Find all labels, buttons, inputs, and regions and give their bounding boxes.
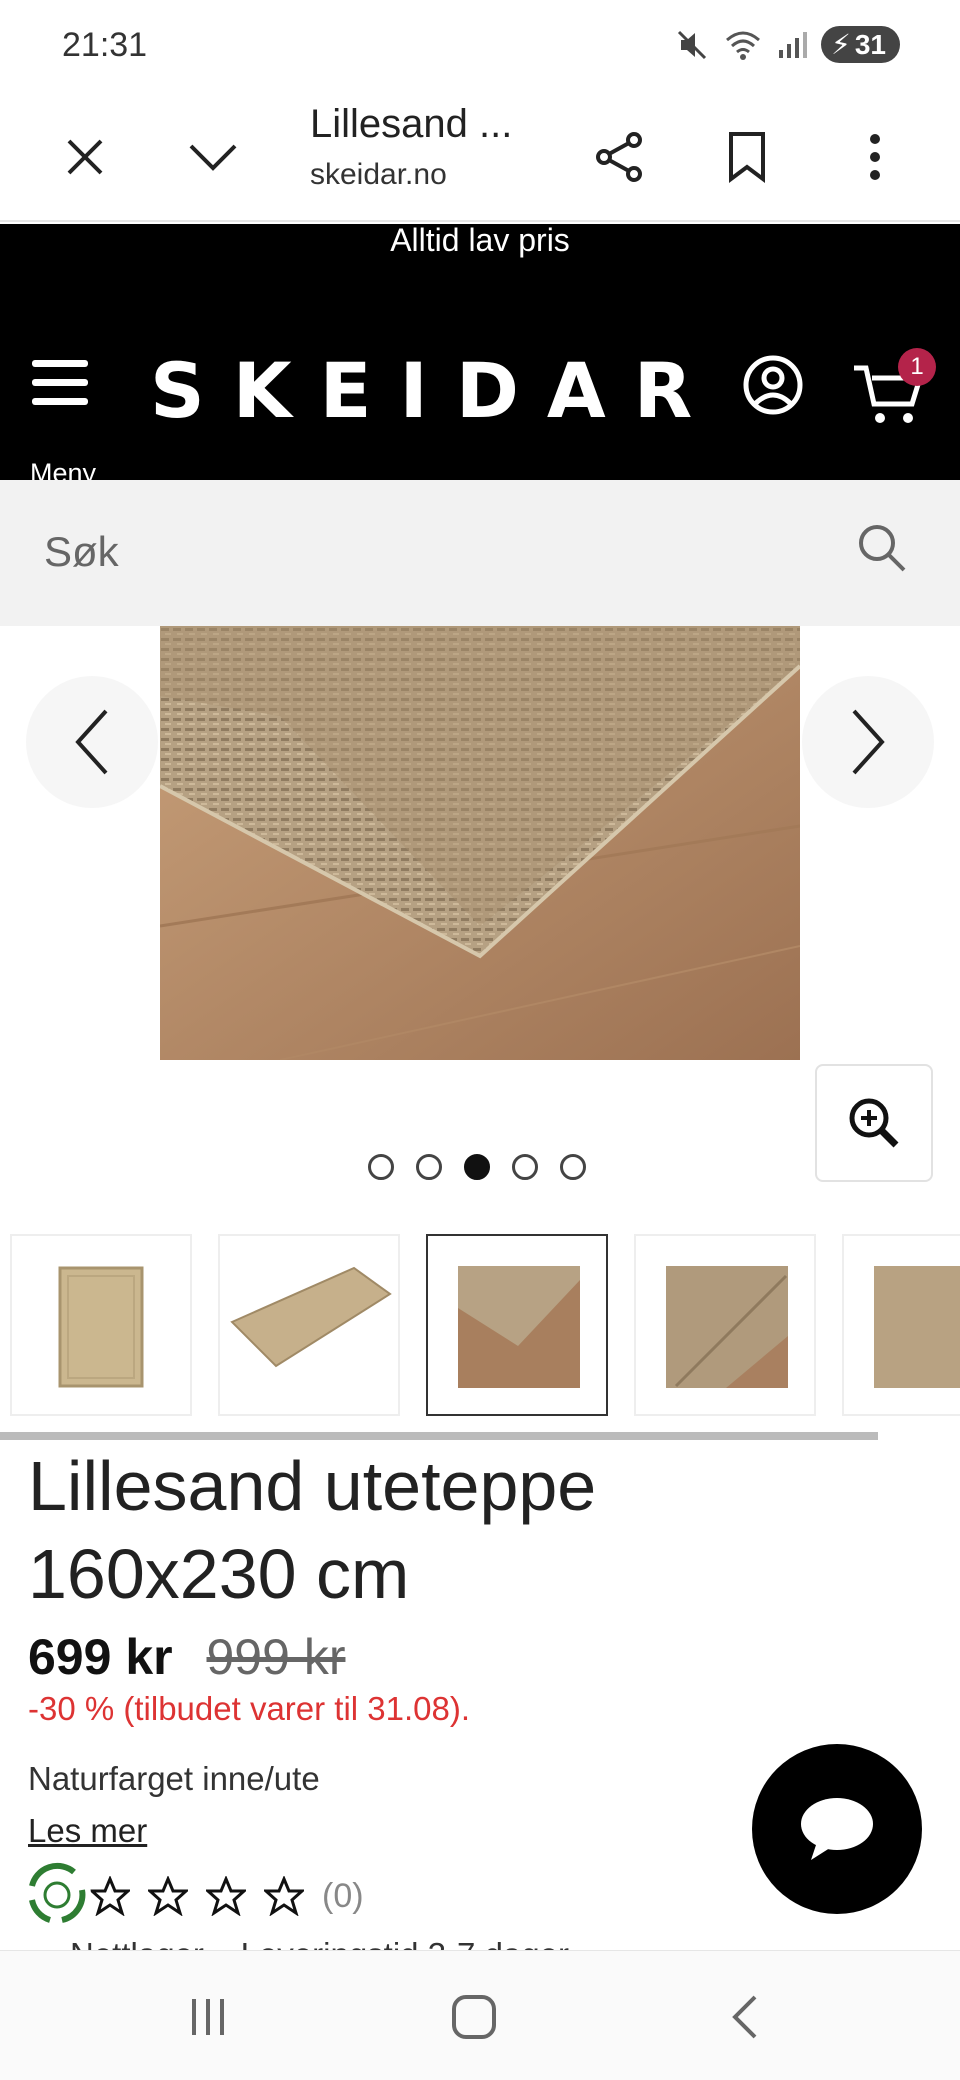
home-icon xyxy=(452,1995,496,2039)
chevron-left-icon xyxy=(75,709,108,775)
slide-dot[interactable] xyxy=(560,1154,586,1180)
slide-dot[interactable] xyxy=(416,1154,442,1180)
prev-image-button[interactable] xyxy=(26,676,158,808)
thumbnail[interactable] xyxy=(10,1234,192,1416)
product-gallery xyxy=(0,626,960,1186)
thumbnail[interactable] xyxy=(634,1234,816,1416)
browser-toolbar: Lillesand ... skeidar.no xyxy=(0,90,960,222)
star-icon xyxy=(90,1876,130,1916)
star-icon xyxy=(148,1876,188,1916)
product-title-line2: 160x230 cm xyxy=(28,1535,410,1613)
battery-icon: ⚡ 31 xyxy=(821,26,900,63)
cart-count-badge: 1 xyxy=(898,348,936,386)
product-description: Naturfarget inne/ute xyxy=(28,1760,320,1797)
eco-badge[interactable] xyxy=(18,1856,96,1934)
thumbnail[interactable] xyxy=(842,1234,960,1416)
next-image-button[interactable] xyxy=(802,676,934,808)
menu-button[interactable]: Meny xyxy=(30,354,110,488)
price-row: 699 kr 999 kr xyxy=(28,1628,345,1686)
expand-button[interactable] xyxy=(168,112,258,202)
share-icon xyxy=(596,132,642,182)
discount-text: -30 % (tilbudet varer til 31.08). xyxy=(28,1690,471,1727)
promo-banner: Alltid lav pris xyxy=(0,222,960,314)
slide-dot-active[interactable] xyxy=(464,1154,490,1180)
more-button[interactable] xyxy=(830,112,920,202)
product-title-line1: Lillesand uteteppe xyxy=(28,1447,597,1525)
product-main-image[interactable] xyxy=(160,626,800,1060)
promo-text: Alltid lav pris xyxy=(390,222,570,258)
thumbnail-scrollbar[interactable] xyxy=(0,1432,878,1440)
status-time: 21:31 xyxy=(62,26,148,64)
signal-icon xyxy=(779,31,808,58)
share-button[interactable] xyxy=(574,112,664,202)
tab-title[interactable]: Lillesand ... xyxy=(310,102,512,147)
read-more-link[interactable]: Les mer xyxy=(28,1812,147,1850)
back-button[interactable] xyxy=(704,1987,784,2047)
mute-icon xyxy=(678,30,707,59)
more-icon xyxy=(870,134,880,180)
close-tab-button[interactable] xyxy=(40,112,130,202)
thumbnail-active[interactable] xyxy=(426,1234,608,1416)
star-icon xyxy=(264,1876,304,1916)
search-button[interactable] xyxy=(852,518,922,588)
site-header: Meny SKEIDAR 1 xyxy=(0,314,960,488)
chat-button[interactable] xyxy=(752,1744,922,1914)
chevron-down-icon xyxy=(189,144,237,171)
search-bar xyxy=(0,480,960,626)
search-icon xyxy=(859,525,906,572)
battery-level: 31 xyxy=(854,28,886,60)
slide-dot[interactable] xyxy=(368,1154,394,1180)
account-button[interactable] xyxy=(742,354,818,430)
bookmark-button[interactable] xyxy=(702,112,792,202)
chevron-right-icon xyxy=(852,709,885,775)
page-domain[interactable]: skeidar.no xyxy=(310,158,447,192)
system-nav-bar xyxy=(0,1950,960,2080)
hamburger-icon xyxy=(32,360,88,405)
status-bar: 21:31 ⚡ 31 xyxy=(0,0,960,90)
recent-apps-icon xyxy=(192,1999,224,2035)
old-price: 999 kr xyxy=(206,1629,346,1685)
site-logo[interactable]: SKEIDAR xyxy=(150,346,720,435)
slide-dot[interactable] xyxy=(512,1154,538,1180)
close-icon xyxy=(67,139,103,175)
rating-row[interactable]: (0) xyxy=(90,1876,364,1916)
bookmark-icon xyxy=(729,132,765,183)
thumbnail[interactable] xyxy=(218,1234,400,1416)
user-icon xyxy=(743,355,803,415)
home-button[interactable] xyxy=(434,1987,514,2047)
zoom-button[interactable] xyxy=(815,1064,933,1182)
cart-button[interactable]: 1 xyxy=(852,348,938,430)
star-icon xyxy=(206,1876,246,1916)
back-icon xyxy=(732,1995,757,2039)
slide-indicator xyxy=(368,1154,586,1180)
recent-apps-button[interactable] xyxy=(168,1987,248,2047)
zoom-in-icon xyxy=(849,1098,899,1148)
status-icons: ⚡ 31 xyxy=(675,26,900,63)
chat-bubble-icon xyxy=(801,1798,873,1860)
recycle-icon xyxy=(23,1861,91,1929)
search-input[interactable] xyxy=(44,522,824,582)
rating-count: (0) xyxy=(322,1876,364,1915)
current-price: 699 kr xyxy=(28,1629,173,1685)
thumbnail-strip xyxy=(0,1234,960,1418)
product-title: Lillesand uteteppe 160x230 cm xyxy=(28,1442,848,1618)
wifi-icon xyxy=(726,31,761,60)
